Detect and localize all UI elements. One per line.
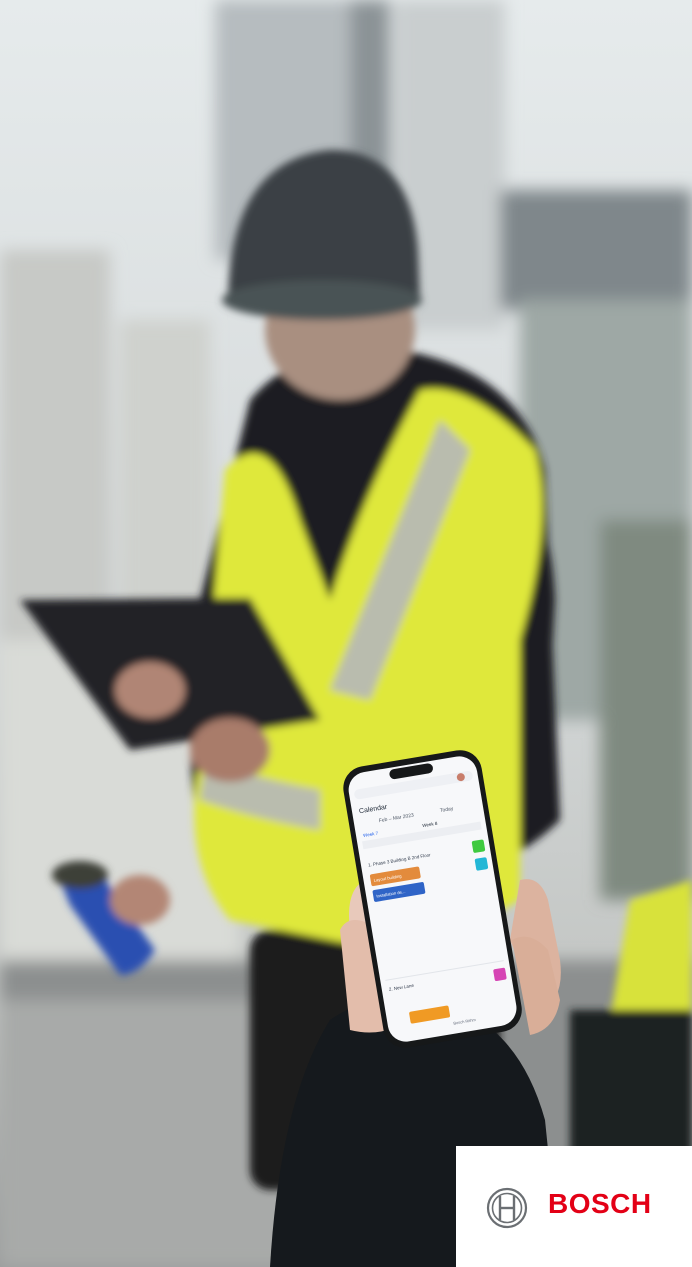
bosch-armature-icon [486, 1187, 528, 1229]
photo: Calendar Feb – Mar 2023 Today Week 7 Wee… [0, 0, 692, 1267]
bosch-logo: BOSCH [456, 1146, 692, 1267]
bosch-wordmark: BOSCH [548, 1188, 652, 1219]
